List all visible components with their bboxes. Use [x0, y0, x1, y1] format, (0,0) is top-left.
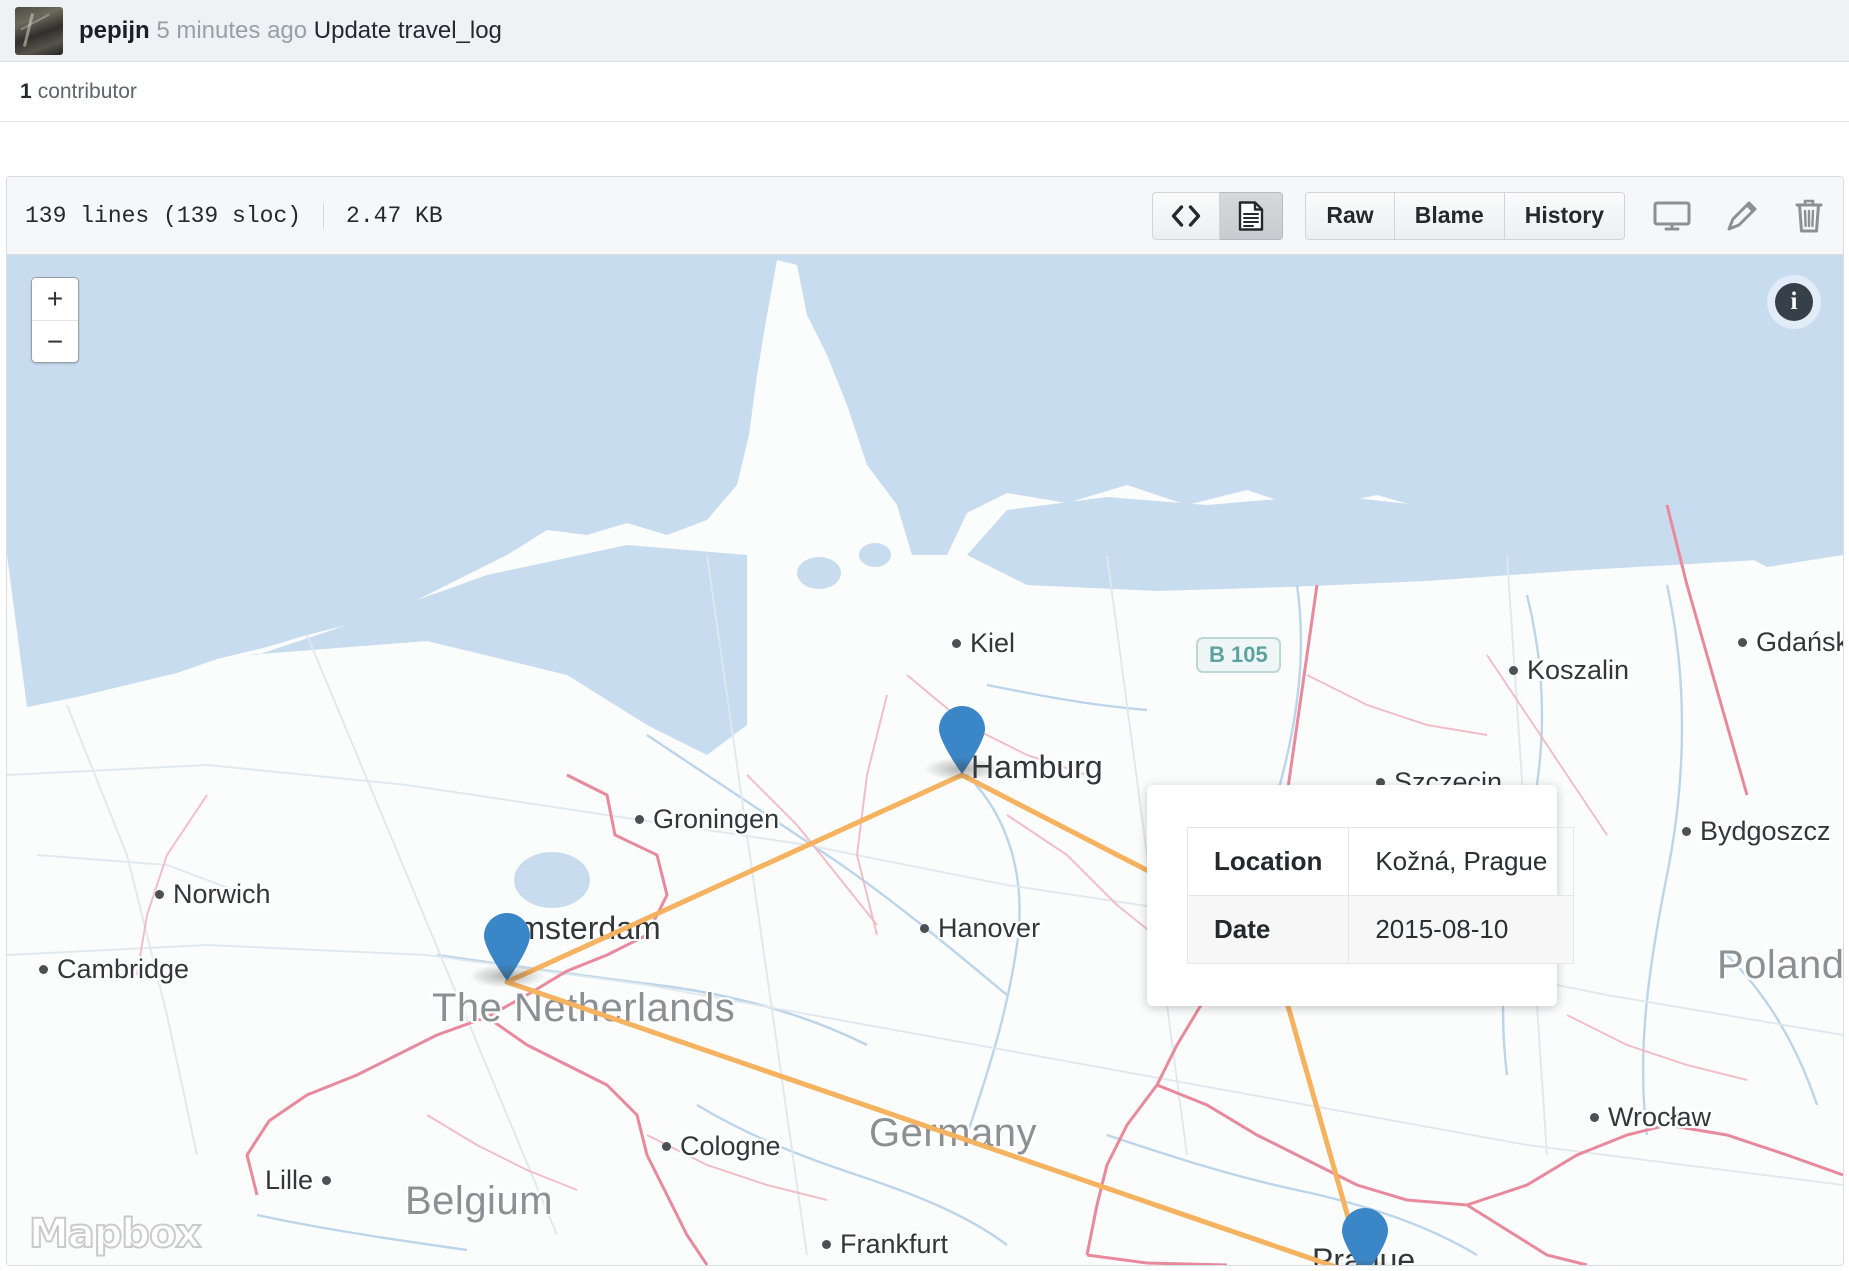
desktop-monitor-icon	[1653, 201, 1691, 230]
map-zoom-control[interactable]: + −	[31, 277, 79, 363]
commit-summary: pepijn 5 minutes ago Update travel_log	[79, 17, 502, 45]
code-brackets-icon	[1172, 204, 1201, 227]
commit-header-bar: pepijn 5 minutes ago Update travel_log	[0, 0, 1849, 62]
pencil-icon	[1727, 201, 1757, 230]
commit-author[interactable]: pepijn	[79, 17, 150, 44]
code-view-button[interactable]	[1152, 191, 1221, 240]
blob-icon-actions	[1647, 198, 1825, 234]
blob-toolbar-actions: Raw Blame History	[1152, 191, 1825, 240]
delete-trash-icon[interactable]	[1793, 198, 1825, 234]
map-info-button[interactable]: i	[1767, 275, 1821, 329]
view-toggle-group	[1152, 191, 1284, 240]
travel-route-overlay	[504, 772, 1365, 1265]
zoom-in-button[interactable]: +	[32, 278, 78, 320]
contributors-bar: 1 contributor	[0, 62, 1849, 122]
map-marker-prague[interactable]	[1326, 1207, 1404, 1265]
zoom-out-button[interactable]: −	[32, 320, 78, 362]
map-marker-hamburg[interactable]	[923, 705, 1001, 781]
meta-divider	[323, 202, 325, 229]
popup-value-location: Kožná, Prague	[1348, 827, 1575, 896]
blob-action-group: Raw Blame History	[1305, 191, 1625, 240]
open-in-desktop-icon[interactable]	[1653, 200, 1691, 232]
info-icon: i	[1775, 283, 1813, 321]
map-marker-amsterdam[interactable]	[468, 912, 546, 988]
marker-shadow	[923, 757, 1001, 781]
map-canvas[interactable]: + − i Poland Germany The Netherlands Bel…	[7, 255, 1843, 1265]
popup-table: Location Kožná, Prague Date 2015-08-10	[1186, 827, 1575, 964]
commit-timestamp: 5 minutes ago	[156, 16, 308, 44]
map-pin-icon	[1342, 1208, 1388, 1265]
commit-message[interactable]: Update travel_log	[314, 17, 502, 44]
history-button[interactable]: History	[1504, 191, 1625, 240]
popup-key-date: Date	[1186, 895, 1350, 964]
blob-toolbar: 139 lines (139 sloc) 2.47 KB Raw Blame H…	[7, 177, 1843, 255]
popup-key-location: Location	[1186, 827, 1350, 896]
trash-can-icon	[1795, 199, 1823, 232]
file-line-count: 139 lines (139 sloc)	[25, 202, 302, 229]
popup-row-location: Location Kožná, Prague	[1186, 827, 1575, 896]
raw-button[interactable]: Raw	[1305, 191, 1395, 240]
blame-button[interactable]: Blame	[1394, 191, 1505, 240]
marker-popup[interactable]: Location Kožná, Prague Date 2015-08-10	[1147, 785, 1575, 1006]
popup-value-date: 2015-08-10	[1348, 895, 1575, 964]
marker-shadow	[468, 964, 546, 988]
avatar[interactable]	[15, 6, 63, 55]
document-icon	[1239, 200, 1264, 231]
file-meta: 139 lines (139 sloc) 2.47 KB	[25, 202, 443, 229]
edit-pencil-icon[interactable]	[1725, 199, 1759, 233]
contributor-label[interactable]: contributor	[38, 80, 137, 104]
rendered-view-button[interactable]	[1220, 191, 1284, 240]
file-size: 2.47 KB	[346, 202, 443, 229]
popup-row-date: Date 2015-08-10	[1186, 895, 1575, 964]
blob-container: 139 lines (139 sloc) 2.47 KB Raw Blame H…	[6, 176, 1844, 1266]
contributor-count: 1	[20, 79, 32, 103]
